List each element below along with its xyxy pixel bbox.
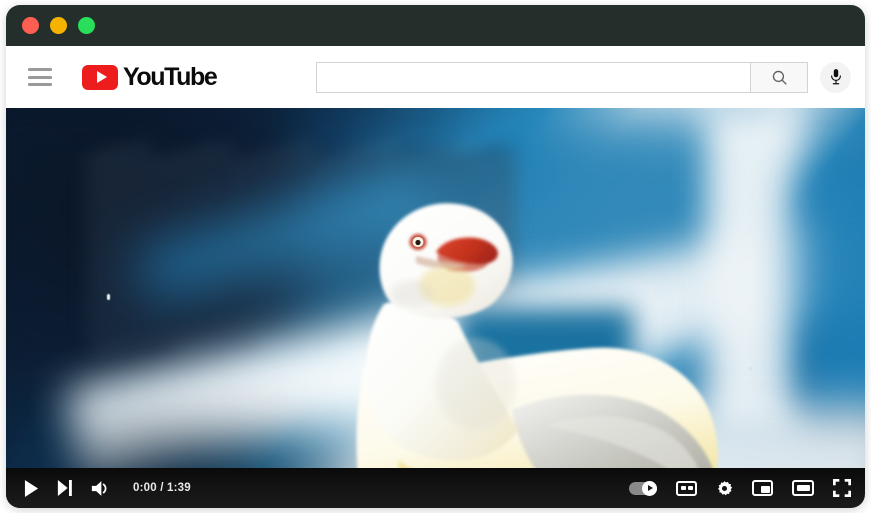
maximize-button[interactable] [78, 17, 95, 34]
hamburger-line [28, 75, 52, 79]
next-track-icon [57, 480, 72, 496]
volume-button[interactable] [91, 480, 110, 497]
close-button[interactable] [22, 17, 39, 34]
hamburger-menu-icon[interactable] [28, 68, 52, 86]
voice-search-button[interactable] [820, 61, 851, 93]
youtube-header: YouTube [6, 46, 865, 108]
next-video-button[interactable] [57, 480, 73, 496]
cc-glyph [680, 486, 686, 490]
time-display: 0:00 / 1:39 [133, 482, 191, 494]
subtitles-button[interactable] [676, 480, 697, 496]
autoplay-knob [642, 480, 657, 496]
play-button[interactable] [24, 479, 39, 497]
minimize-button[interactable] [50, 17, 67, 34]
cc-glyph [687, 486, 693, 490]
search-box [316, 61, 808, 93]
microphone-icon [830, 69, 841, 85]
player-controls-right [629, 479, 851, 497]
video-player[interactable]: ‘ Genie ’ [6, 108, 865, 508]
volume-icon [91, 480, 107, 496]
play-icon [24, 479, 39, 497]
search-area [316, 61, 851, 93]
fullscreen-icon [833, 479, 851, 497]
youtube-wordmark: YouTube [123, 62, 218, 91]
autoplay-toggle[interactable] [629, 480, 657, 496]
search-button[interactable] [750, 61, 808, 93]
window-titlebar [6, 5, 865, 46]
browser-window: YouTube 0:00 / 1:39 [6, 5, 865, 508]
video-frame: ‘ Genie ’ [6, 108, 865, 508]
player-controls: 0:00 / 1:39 [6, 468, 865, 508]
seagull-subject [356, 203, 719, 508]
settings-gear-icon [718, 480, 733, 495]
player-controls-left: 0:00 / 1:39 [24, 479, 191, 497]
hamburger-line [28, 83, 52, 86]
youtube-play-icon [82, 64, 118, 90]
youtube-logo[interactable]: YouTube [82, 62, 218, 91]
hamburger-line [28, 68, 52, 71]
search-input[interactable] [316, 61, 750, 93]
search-icon [772, 70, 787, 85]
fullscreen-button[interactable] [833, 479, 851, 497]
settings-button[interactable] [716, 480, 733, 497]
theater-mode-button[interactable] [792, 480, 814, 496]
miniplayer-button[interactable] [752, 480, 773, 496]
